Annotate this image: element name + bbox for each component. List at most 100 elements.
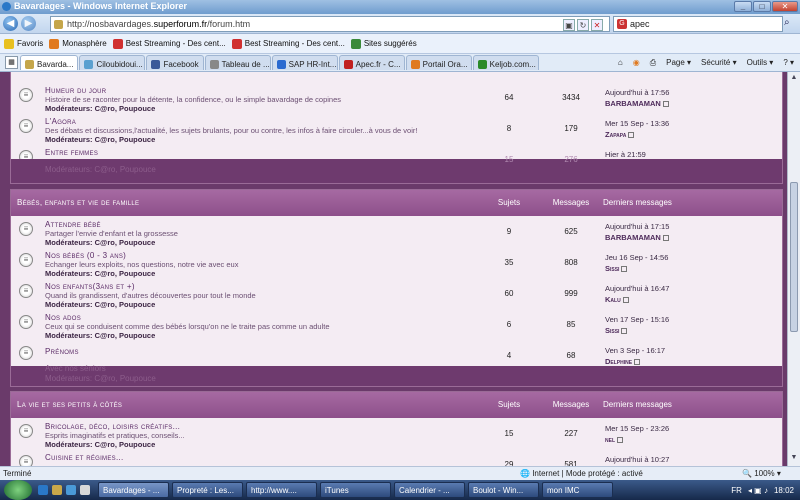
goto-post-icon[interactable] bbox=[621, 266, 628, 273]
goto-post-icon[interactable] bbox=[622, 297, 629, 304]
forum-title[interactable]: Humeur du jour bbox=[45, 86, 106, 95]
forum-title[interactable]: Bricolage, déco, loisirs créatifs... bbox=[45, 422, 180, 431]
fav-link[interactable]: Monasphère bbox=[49, 38, 107, 49]
ie-quicklaunch-icon[interactable] bbox=[38, 485, 48, 495]
goto-post-icon[interactable] bbox=[628, 132, 635, 139]
fav-link[interactable]: Sites suggérés bbox=[350, 38, 417, 49]
tab[interactable]: Ciloubidoui... bbox=[79, 55, 146, 70]
quick-tabs-icon[interactable]: ▦ bbox=[5, 56, 18, 69]
fav-link[interactable]: Best Streaming - Des cent... bbox=[231, 38, 345, 49]
tab[interactable]: Apec.fr - C... bbox=[338, 55, 405, 70]
start-button[interactable] bbox=[4, 480, 32, 500]
last-user[interactable]: BARBAMAMAN bbox=[605, 99, 669, 108]
forum-title[interactable]: Nos enfants(3ans et +) bbox=[45, 282, 135, 291]
forum-row[interactable]: ≡ Nos enfants(3ans et +) Quand ils grand… bbox=[11, 279, 782, 310]
last-user[interactable]: Sissi bbox=[605, 264, 668, 273]
forum-title[interactable]: Cuisine et régimes... bbox=[45, 453, 124, 462]
stop-icon[interactable]: ✕ bbox=[591, 19, 603, 31]
mod-names[interactable]: C@ro, Poupouce bbox=[95, 269, 156, 278]
forum-row[interactable]: ≡ Nos ados Ceux qui se conduisent comme … bbox=[11, 310, 782, 341]
feeds-icon[interactable]: ◉ bbox=[633, 58, 640, 68]
tab[interactable]: Tableau de ... bbox=[204, 55, 271, 70]
forum-row[interactable]: ≡ Attendre bébé Partager l'envie d'enfan… bbox=[11, 217, 782, 248]
last-date: Ven 17 Sep - 15:16 bbox=[605, 315, 670, 324]
explorer-quicklaunch-icon[interactable] bbox=[52, 485, 62, 495]
goto-post-icon[interactable] bbox=[634, 359, 641, 366]
mod-names[interactable]: C@ro, Poupouce bbox=[95, 104, 156, 113]
forum-title[interactable]: Nos ados bbox=[45, 313, 81, 322]
desktop-quicklaunch-icon[interactable] bbox=[66, 485, 76, 495]
taskbar-item[interactable]: Propreté : Les... bbox=[172, 482, 243, 498]
taskbar-item[interactable]: Bavardages - ... bbox=[98, 482, 169, 498]
help-menu[interactable]: ? ▾ bbox=[783, 58, 794, 68]
zoom-control[interactable]: 🔍 100% ▾ bbox=[742, 469, 781, 478]
forum-row[interactable]: ≡ Cuisine et régimes... 29 581 Aujourd'h… bbox=[11, 450, 782, 466]
last-user[interactable]: Kalu bbox=[605, 295, 669, 304]
mod-names[interactable]: C@ro, Poupouce bbox=[95, 440, 156, 449]
taskbar-item[interactable]: http://www.... bbox=[246, 482, 317, 498]
taskbar-item[interactable]: Calendrier - ... bbox=[394, 482, 465, 498]
tab[interactable]: SAP HR-Int... bbox=[271, 55, 338, 70]
subjects-count: 35 bbox=[504, 258, 514, 267]
refresh-icon[interactable]: ↻ bbox=[577, 19, 589, 31]
taskbar-item[interactable]: mon IMC bbox=[542, 482, 613, 498]
media-quicklaunch-icon[interactable] bbox=[80, 485, 90, 495]
back-icon[interactable]: ◀ bbox=[3, 16, 18, 31]
forum-row[interactable]: ≡ L'Agora Des débats et discussions,l'ac… bbox=[11, 114, 782, 145]
last-user[interactable]: Zapapa bbox=[605, 130, 669, 139]
tab[interactable]: Portail Ora... bbox=[405, 55, 472, 70]
forum-row[interactable]: ≡ Entre femmes Hier à 21:59 bbox=[11, 145, 782, 159]
vertical-scrollbar[interactable]: ▲ ▼ bbox=[787, 72, 800, 466]
scroll-up-icon[interactable]: ▲ bbox=[790, 74, 798, 84]
goto-post-icon[interactable] bbox=[621, 328, 628, 335]
close-button[interactable]: ✕ bbox=[772, 1, 798, 12]
forum-title[interactable]: L'Agora bbox=[45, 117, 76, 126]
scroll-thumb[interactable] bbox=[790, 182, 798, 332]
home-icon[interactable]: ⌂ bbox=[618, 58, 623, 68]
favorites-button[interactable]: Favoris bbox=[4, 38, 43, 49]
forum-title[interactable]: Attendre bébé bbox=[45, 220, 101, 229]
category-title[interactable]: Bébés, enfants et vie de famille bbox=[17, 198, 139, 207]
taskbar-item[interactable]: iTunes bbox=[320, 482, 391, 498]
last-user[interactable]: Delphine bbox=[605, 357, 665, 366]
forum-row[interactable]: ≡ Prénoms 4 68 Ven 3 Sep - 16:17 Delphine bbox=[11, 341, 782, 366]
mod-names[interactable]: C@ro, Poupouce bbox=[95, 331, 156, 340]
print-icon[interactable]: ⎙ bbox=[650, 58, 656, 68]
scroll-down-icon[interactable]: ▼ bbox=[790, 454, 798, 464]
last-user[interactable]: BARBAMAMAN bbox=[605, 233, 669, 242]
security-menu[interactable]: Sécurité ▾ bbox=[701, 58, 737, 68]
mod-names[interactable]: C@ro, Poupouce bbox=[95, 238, 156, 247]
tab-bavardages[interactable]: Bavarda... bbox=[20, 55, 79, 70]
search-field[interactable]: G apec bbox=[613, 16, 783, 32]
forum-row[interactable]: ≡ Nos bébés (0 - 3 ans) Echanger leurs e… bbox=[11, 248, 782, 279]
tab[interactable]: Facebook bbox=[146, 55, 204, 70]
compat-icon[interactable]: ▣ bbox=[563, 19, 575, 31]
address-field[interactable]: http://nosbavardages.superforum.fr/forum… bbox=[50, 16, 610, 32]
taskbar-item[interactable]: Boulot - Win... bbox=[468, 482, 539, 498]
tab[interactable]: Keljob.com... bbox=[472, 55, 539, 70]
last-user[interactable]: Sissi bbox=[605, 326, 669, 335]
minimize-button[interactable]: _ bbox=[734, 1, 752, 12]
security-zone[interactable]: 🌐 Internet | Mode protégé : activé bbox=[520, 469, 643, 478]
page-menu[interactable]: Page ▾ bbox=[666, 58, 691, 68]
goto-post-icon[interactable] bbox=[617, 437, 623, 444]
forum-title[interactable]: Prénoms bbox=[45, 347, 79, 356]
forward-icon[interactable]: ▶ bbox=[21, 16, 36, 31]
mod-names[interactable]: C@ro, Poupouce bbox=[95, 135, 156, 144]
search-icon[interactable]: ⌕ bbox=[784, 17, 790, 28]
fav-link[interactable]: Best Streaming - Des cent... bbox=[112, 38, 226, 49]
category-title[interactable]: La vie et ses petits à côtés bbox=[17, 400, 122, 409]
goto-post-icon[interactable] bbox=[662, 101, 669, 108]
forum-title[interactable]: Nos bébés (0 - 3 ans) bbox=[45, 251, 126, 260]
tray-icons[interactable]: ◂ ▣ ♪ bbox=[748, 486, 768, 495]
language-indicator[interactable]: FR bbox=[731, 486, 742, 495]
goto-post-icon[interactable] bbox=[662, 235, 669, 242]
forum-title[interactable]: Entre femmes bbox=[45, 148, 98, 157]
clock[interactable]: 18:02 bbox=[774, 486, 794, 495]
mod-names[interactable]: C@ro, Poupouce bbox=[95, 300, 156, 309]
last-user[interactable]: nel bbox=[605, 435, 669, 444]
tools-menu[interactable]: Outils ▾ bbox=[747, 58, 774, 68]
forum-row[interactable]: ≡ Humeur du jour Histoire de se raconter… bbox=[11, 83, 782, 114]
forum-row[interactable]: ≡ Bricolage, déco, loisirs créatifs... E… bbox=[11, 419, 782, 450]
maximize-button[interactable]: □ bbox=[753, 1, 771, 12]
